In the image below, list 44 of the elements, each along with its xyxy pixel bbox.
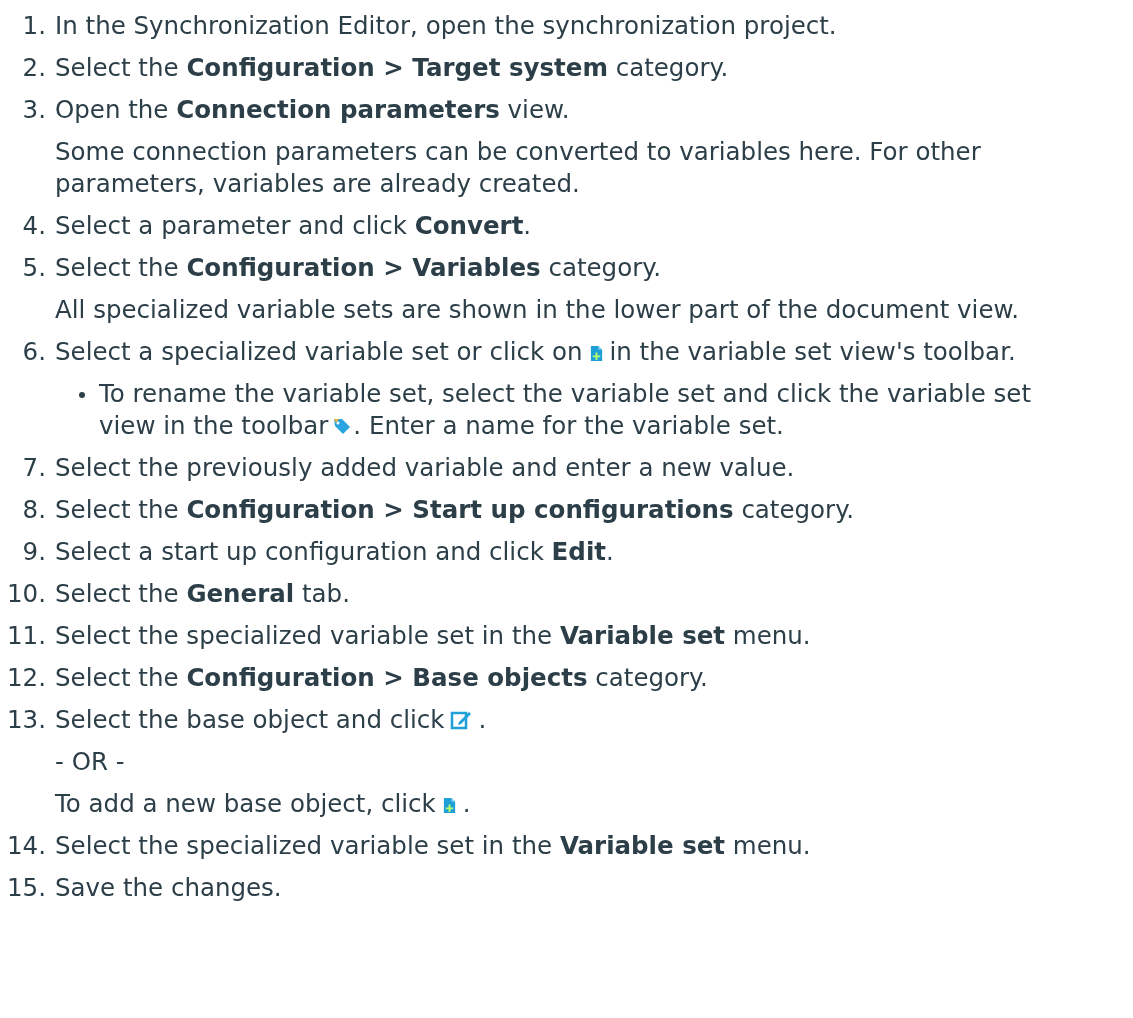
bullet-text: . Enter a name for the variable set.: [353, 411, 784, 440]
bullet-icon: [79, 392, 85, 398]
tag-icon: [332, 416, 353, 436]
note-text: Some connection parameters can be converted to variables here. For other parameters, variables are already created.: [55, 137, 981, 198]
step-number: 2.: [21, 52, 46, 84]
step-text: Save the changes.: [55, 873, 282, 902]
step-number: 4.: [21, 210, 46, 242]
step-text: Select the specialized variable set in the Variable set menu.: [55, 831, 811, 860]
step-text: Open the Connection parameters view.: [55, 95, 570, 124]
step-number: 8.: [21, 494, 46, 526]
step-text: In the Synchronization Editor, open the synchronization project.: [55, 11, 837, 40]
step-text: Select the Configuration > Variables category.: [55, 253, 661, 282]
add-document-icon: [441, 797, 457, 814]
step-text: Select the Configuration > Base objects category.: [55, 663, 708, 692]
step-number: 11.: [6, 620, 46, 652]
step-text: Select a specialized variable set or click on: [55, 337, 583, 366]
bullet-text: view in the toolbar: [99, 411, 329, 440]
step-text: in the variable set view's toolbar.: [609, 337, 1016, 366]
step-text: Select a parameter and click Convert.: [55, 211, 532, 240]
step-number: 3.: [21, 94, 46, 126]
step-text: Select a start up configuration and click Edit.: [55, 537, 614, 566]
note-text: .: [462, 789, 471, 818]
step-number: 7.: [21, 452, 46, 484]
step-text: Select the specialized variable set in the Variable set menu.: [55, 621, 811, 650]
step-number: 9.: [21, 536, 46, 568]
step-number: 13.: [6, 704, 46, 736]
note-text: To add a new base object, click: [55, 789, 436, 818]
step-number: 12.: [6, 662, 46, 694]
step-number: 6.: [21, 336, 46, 368]
step-text: .: [478, 705, 487, 734]
step-number: 1.: [21, 10, 46, 42]
note-text: - OR -: [55, 747, 125, 776]
add-document-icon: [588, 345, 604, 362]
step-number: 5.: [21, 252, 46, 284]
step-text: Select the Configuration > Start up configurations category.: [55, 495, 854, 524]
step-number: 15.: [6, 872, 46, 904]
step-text: Select the General tab.: [55, 579, 350, 608]
step-number: 14.: [6, 830, 46, 862]
bullet-text: To rename the variable set, select the variable set and click the variable set: [99, 379, 1031, 408]
step-text: Select the Configuration > Target system category.: [55, 53, 729, 82]
step-number: 10.: [6, 578, 46, 610]
step-text: Select the base object and click: [55, 705, 445, 734]
step-text: Select the previously added variable and enter a new value.: [55, 453, 795, 482]
note-text: All specialized variable sets are shown in the lower part of the document view.: [55, 295, 1020, 324]
